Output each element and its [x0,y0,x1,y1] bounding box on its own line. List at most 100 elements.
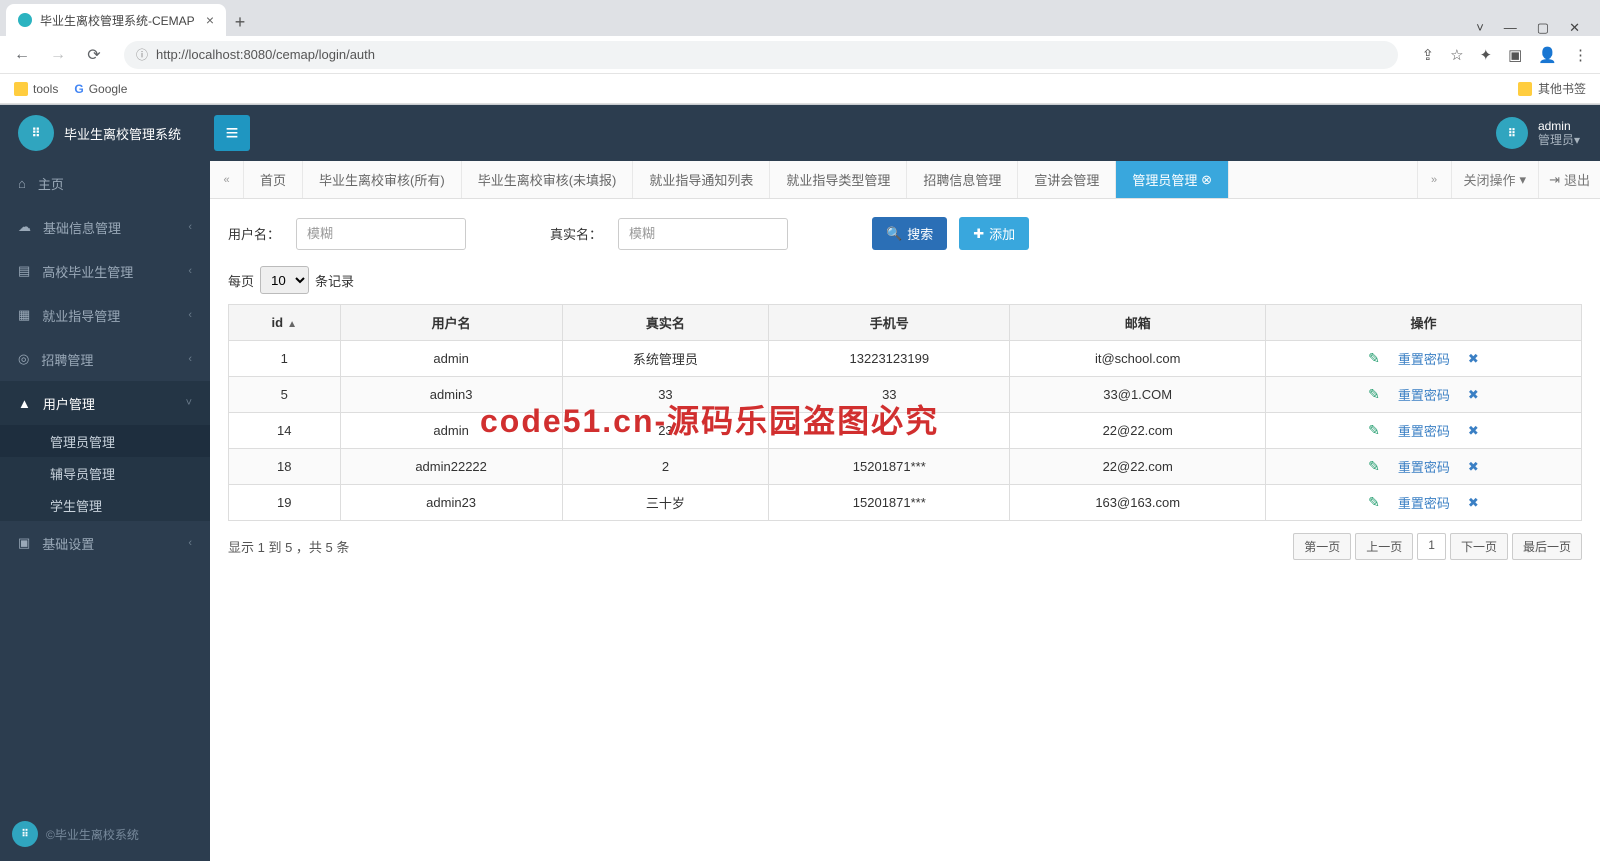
tab-audit-unfilled[interactable]: 毕业生离校审核(未填报) [462,161,634,198]
tab-close-icon[interactable]: × [206,12,214,28]
share-icon[interactable]: ⇪ [1422,46,1435,64]
th-phone[interactable]: 手机号 [769,305,1010,341]
page-next[interactable]: 下一页 [1450,533,1508,560]
tab-home[interactable]: 首页 [244,161,303,198]
tabs-next-button[interactable]: » [1417,161,1451,198]
delete-icon[interactable]: ✖ [1468,351,1479,367]
brand-logo-icon: ⠿ [18,115,54,151]
logout-icon: ⇥ [1549,172,1560,188]
page-prev[interactable]: 上一页 [1355,533,1413,560]
tab-audit-all[interactable]: 毕业生离校审核(所有) [303,161,462,198]
other-bookmarks[interactable]: 其他书签 [1538,80,1586,97]
plus-icon: ✚ [973,226,984,242]
tabs-prev-button[interactable]: « [210,161,244,198]
th-username[interactable]: 用户名 [340,305,562,341]
tab-guide-type[interactable]: 就业指导类型管理 [770,161,907,198]
th-id[interactable]: id▲ [229,305,341,341]
reset-password-link[interactable]: 重置密码 [1398,457,1450,476]
page-first[interactable]: 第一页 [1293,533,1351,560]
maximize-icon[interactable]: ▢ [1537,20,1549,36]
sidebar-item-user[interactable]: ▲用户管理˅ [0,381,210,425]
brand: ⠿ 毕业生离校管理系统 [0,105,210,161]
tab-admin-mgmt[interactable]: 管理员管理 ⊗ [1116,161,1229,198]
url-field[interactable]: ⓘ http://localhost:8080/cemap/login/auth [124,41,1398,69]
cell-ops: ✎ 重置密码 ✖ [1265,377,1581,413]
sidebar-item-settings[interactable]: ▣基础设置‹ [0,521,210,565]
app: ⠿ 毕业生离校管理系统 ⠿ admin 管理员▾ ⌂主页 ☁基础信息管理‹ ▤高… [0,105,1600,861]
search-icon: 🔍 [886,226,902,242]
delete-icon[interactable]: ✖ [1468,423,1479,439]
close-window-icon[interactable]: ✕ [1569,20,1580,36]
chevron-left-icon: ‹ [188,353,192,365]
edit-icon[interactable]: ✎ [1368,422,1380,439]
cell-username: admin22222 [340,449,562,485]
chevron-left-icon: ‹ [188,309,192,321]
pagination: 第一页 上一页 1 下一页 最后一页 [1293,533,1582,560]
edit-icon[interactable]: ✎ [1368,386,1380,403]
cell-email: 163@163.com [1010,485,1266,521]
sidebar-item-guidance[interactable]: ▦就业指导管理‹ [0,293,210,337]
add-button[interactable]: ✚添加 [959,217,1029,250]
reload-icon[interactable]: ⟳ [84,45,104,65]
window-icon[interactable]: ▣ [1508,46,1522,64]
logout-button[interactable]: ⇥退出 [1538,161,1600,198]
star-icon[interactable]: ☆ [1450,46,1463,64]
sidebar-item-basic-info[interactable]: ☁基础信息管理‹ [0,205,210,249]
sidebar-item-recruit[interactable]: ◎招聘管理‹ [0,337,210,381]
delete-icon[interactable]: ✖ [1468,459,1479,475]
sidebar-sub-counselor[interactable]: 辅导员管理 [0,457,210,489]
realname-input[interactable] [618,218,788,250]
extensions-icon[interactable]: ✦ [1480,46,1493,64]
delete-icon[interactable]: ✖ [1468,495,1479,511]
edit-icon[interactable]: ✎ [1368,350,1380,367]
reset-password-link[interactable]: 重置密码 [1398,385,1450,404]
forward-icon[interactable]: → [48,46,68,64]
bookmark-google[interactable]: GGoogle [74,82,127,96]
page-current[interactable]: 1 [1417,533,1446,560]
cell-username: admin [340,413,562,449]
user-area[interactable]: ⠿ admin 管理员▾ [1496,117,1600,149]
tab-recruit-info[interactable]: 招聘信息管理 [907,161,1018,198]
menu-icon[interactable]: ⋮ [1573,46,1588,64]
sidebar-item-graduate[interactable]: ▤高校毕业生管理‹ [0,249,210,293]
sidebar-item-home[interactable]: ⌂主页 [0,161,210,205]
tab-strip: « 首页 毕业生离校审核(所有) 毕业生离校审核(未填报) 就业指导通知列表 就… [210,161,1600,199]
back-icon[interactable]: ← [12,46,32,64]
minimize-icon[interactable]: — [1504,20,1517,36]
bookmark-tools[interactable]: tools [14,82,58,96]
page-last[interactable]: 最后一页 [1512,533,1582,560]
cell-email: it@school.com [1010,341,1266,377]
delete-icon[interactable]: ✖ [1468,387,1479,403]
browser-tab[interactable]: 毕业生离校管理系统-CEMAP × [6,4,226,36]
edit-icon[interactable]: ✎ [1368,458,1380,475]
tab-notice-list[interactable]: 就业指导通知列表 [633,161,770,198]
user-icon: ▲ [18,396,31,411]
sidebar-sub-admin[interactable]: 管理员管理 [0,425,210,457]
th-realname[interactable]: 真实名 [562,305,768,341]
info-icon: ⓘ [136,46,148,63]
sidebar-toggle-button[interactable] [214,115,250,151]
reset-password-link[interactable]: 重置密码 [1398,349,1450,368]
close-ops-dropdown[interactable]: 关闭操作▾ [1451,161,1539,198]
th-email[interactable]: 邮箱 [1010,305,1266,341]
profile-icon[interactable]: 👤 [1538,46,1557,64]
search-button[interactable]: 🔍搜索 [872,217,947,250]
edit-icon[interactable]: ✎ [1368,494,1380,511]
tab-lecture[interactable]: 宣讲会管理 [1018,161,1116,198]
dashboard-icon: ☁ [18,219,31,235]
table-row: 5admin3333333@1.COM✎重置密码✖ [229,377,1582,413]
table-row: 19admin23三十岁15201871***163@163.com✎重置密码✖ [229,485,1582,521]
per-page-select[interactable]: 10 [260,266,309,294]
chevron-down-icon[interactable]: ˅ [1476,20,1484,36]
browser-chrome: 毕业生离校管理系统-CEMAP × + ˅ — ▢ ✕ ← → ⟳ ⓘ http… [0,0,1600,105]
reset-password-link[interactable]: 重置密码 [1398,493,1450,512]
top-bar: ⠿ 毕业生离校管理系统 ⠿ admin 管理员▾ [0,105,1600,161]
username-input[interactable] [296,218,466,250]
guide-icon: ▦ [18,307,30,323]
reset-password-link[interactable]: 重置密码 [1398,421,1450,440]
tab-close-icon[interactable]: ⊗ [1201,172,1212,188]
sidebar-sub-student[interactable]: 学生管理 [0,489,210,521]
new-tab-button[interactable]: + [226,8,254,36]
table-row: 18admin22222215201871***22@22.com✎重置密码✖ [229,449,1582,485]
cell-username: admin3 [340,377,562,413]
